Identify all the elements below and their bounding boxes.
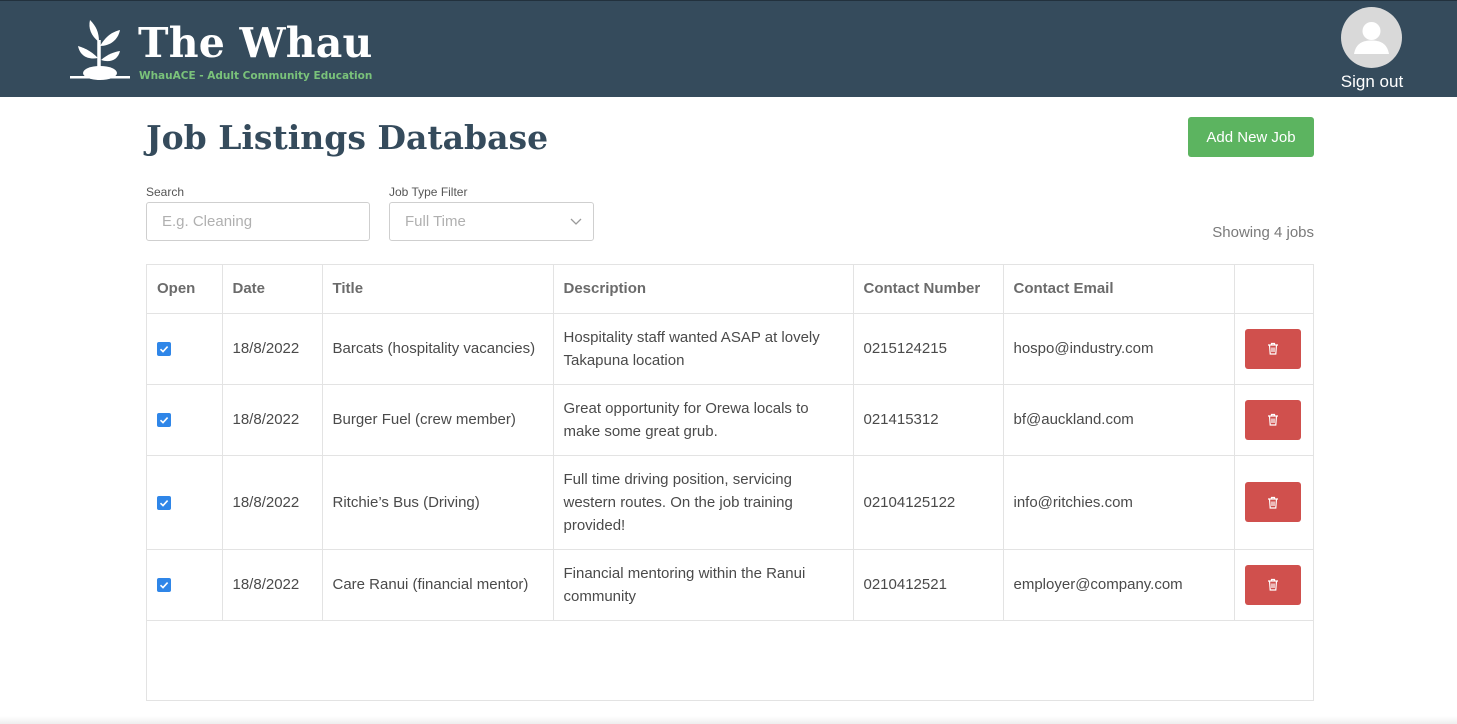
title-cell: Ritchie’s Bus (Driving) (322, 455, 554, 550)
contact-number-cell: 0215124215 (853, 313, 1004, 385)
brand-subtitle: WhauACE - Adult Community Education (139, 70, 373, 82)
description-cell: Great opportunity for Orewa locals to ma… (553, 384, 854, 456)
open-checkbox[interactable] (157, 578, 171, 593)
open-cell (147, 384, 223, 456)
results-count: Showing 4 jobs (1212, 224, 1314, 241)
contact-number-cell: 021415312 (853, 384, 1004, 456)
column-header-date: Date (222, 265, 323, 314)
open-checkbox[interactable] (157, 342, 171, 357)
actions-cell (1234, 455, 1313, 550)
column-header-title: Title (322, 265, 554, 314)
checkmark-icon (159, 582, 169, 589)
top-navigation-bar: The Whau WhauACE - Adult Community Educa… (0, 0, 1457, 97)
sprout-icon (70, 20, 130, 80)
delete-job-button[interactable] (1244, 564, 1301, 605)
checkmark-icon (159, 417, 169, 424)
checkmark-icon (159, 346, 169, 353)
page-title: Job Listings Database (146, 118, 549, 157)
chevron-down-icon (570, 218, 582, 225)
title-cell: Care Ranui (financial mentor) (322, 549, 554, 621)
table-header-row: Open Date Title Description Contact Numb… (147, 265, 1313, 314)
title-cell: Burger Fuel (crew member) (322, 384, 554, 456)
brand-title: The Whau (138, 19, 373, 67)
table-row: 18/8/2022 Barcats (hospitality vacancies… (147, 313, 1313, 385)
contact-email-cell: employer@company.com (1003, 549, 1235, 621)
add-new-job-button[interactable]: Add New Job (1188, 117, 1314, 157)
job-type-filter-select[interactable]: Full Time (389, 202, 594, 241)
trash-icon (1267, 342, 1278, 355)
page-bottom-edge (0, 716, 1457, 724)
description-cell: Full time driving position, servicing we… (553, 455, 854, 550)
open-cell (147, 549, 223, 621)
table-row: 18/8/2022 Burger Fuel (crew member) Grea… (147, 384, 1313, 456)
user-avatar-icon (1354, 22, 1389, 54)
delete-job-button[interactable] (1244, 482, 1301, 522)
actions-cell (1234, 384, 1313, 456)
table-row: 18/8/2022 Ritchie’s Bus (Driving) Full t… (147, 455, 1313, 550)
date-cell: 18/8/2022 (222, 313, 323, 385)
trash-icon (1267, 413, 1278, 426)
date-cell: 18/8/2022 (222, 384, 323, 456)
column-header-actions (1234, 265, 1313, 314)
contact-number-cell: 0210412521 (853, 549, 1004, 621)
job-type-filter-label: Job Type Filter (389, 185, 468, 199)
search-input[interactable] (146, 202, 370, 241)
open-checkbox[interactable] (157, 413, 171, 428)
column-header-description: Description (553, 265, 854, 314)
description-cell: Financial mentoring within the Ranui com… (553, 549, 854, 621)
user-avatar[interactable] (1341, 7, 1402, 68)
job-listings-table: Open Date Title Description Contact Numb… (146, 264, 1314, 701)
sign-out-link[interactable]: Sign out (1330, 72, 1414, 92)
date-cell: 18/8/2022 (222, 549, 323, 621)
job-type-filter-value: Full Time (405, 213, 466, 230)
column-header-contact-number: Contact Number (853, 265, 1004, 314)
description-cell: Hospitality staff wanted ASAP at lovely … (553, 313, 854, 385)
delete-job-button[interactable] (1244, 328, 1301, 369)
contact-email-cell: info@ritchies.com (1003, 455, 1235, 550)
contact-email-cell: bf@auckland.com (1003, 384, 1235, 456)
trash-icon (1267, 496, 1278, 509)
open-cell (147, 313, 223, 385)
contact-number-cell: 02104125122 (853, 455, 1004, 550)
contact-email-cell: hospo@industry.com (1003, 313, 1235, 385)
delete-job-button[interactable] (1244, 399, 1301, 440)
actions-cell (1234, 549, 1313, 621)
checkmark-icon (159, 499, 169, 507)
column-header-open: Open (147, 265, 223, 314)
open-cell (147, 455, 223, 550)
actions-cell (1234, 313, 1313, 385)
title-cell: Barcats (hospitality vacancies) (322, 313, 554, 385)
search-label: Search (146, 185, 185, 199)
date-cell: 18/8/2022 (222, 455, 323, 550)
table-row: 18/8/2022 Care Ranui (financial mentor) … (147, 549, 1313, 621)
open-checkbox[interactable] (157, 495, 171, 510)
trash-icon (1267, 578, 1278, 591)
column-header-contact-email: Contact Email (1003, 265, 1235, 314)
